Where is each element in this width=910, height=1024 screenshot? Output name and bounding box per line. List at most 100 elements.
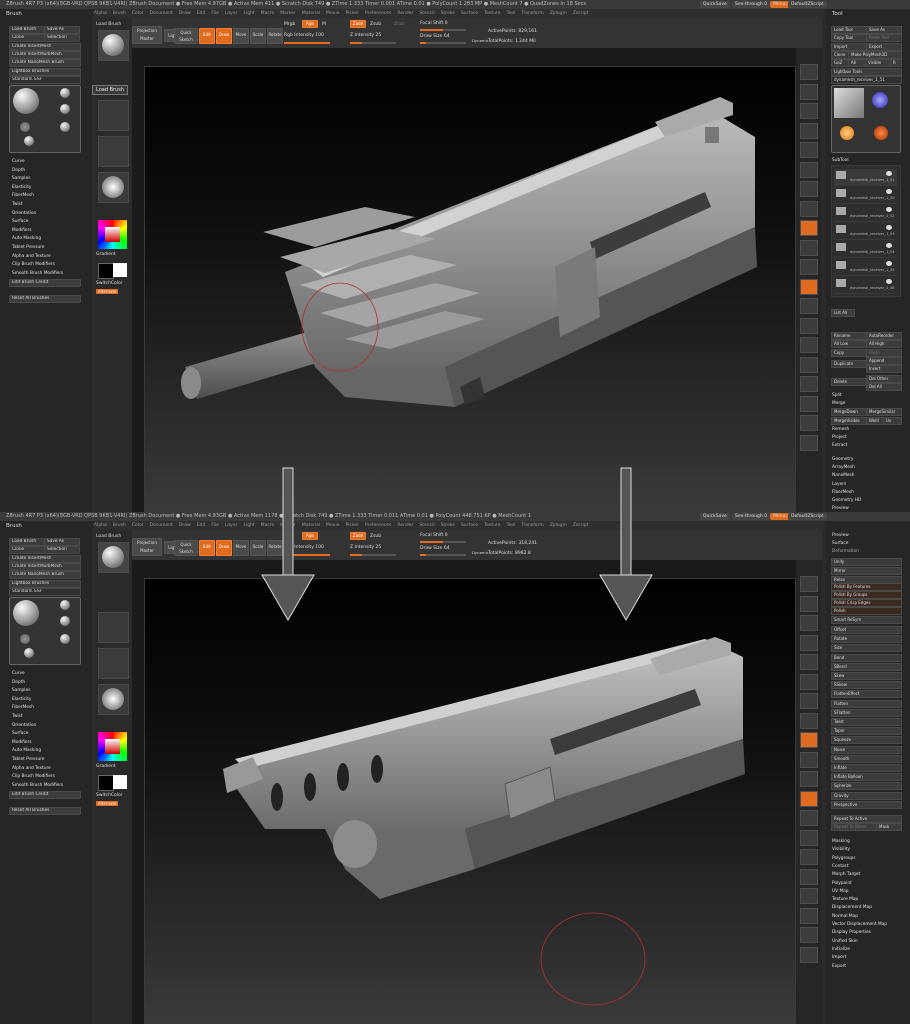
polish-slider[interactable]: Polish	[831, 607, 902, 615]
projection-master-button[interactable]: Projection Master	[132, 538, 162, 556]
dynamic-icon[interactable]	[800, 907, 818, 924]
menu-marker[interactable]: Marker	[280, 523, 296, 528]
polyf-icon[interactable]	[800, 868, 818, 885]
brush-section-twist[interactable]: Twist	[12, 714, 23, 719]
tool-section-arraymesh[interactable]: ArrayMesh	[832, 465, 855, 470]
menu-picker[interactable]: Picker	[345, 11, 358, 16]
menu-stroke[interactable]: Stroke	[441, 11, 455, 16]
list-all-button[interactable]: List All	[831, 309, 855, 317]
xpose-icon[interactable]	[800, 946, 818, 963]
standard-brush-icon[interactable]	[13, 600, 39, 626]
menu-color[interactable]: Color	[132, 11, 144, 16]
subtool-row[interactable]: dynamesh_receiver_1_55	[834, 259, 897, 276]
menu-marker[interactable]: Marker	[280, 11, 296, 16]
document-viewport[interactable]	[132, 560, 822, 1024]
lightbox-brushes-button[interactable]: Lightbox Brushes	[9, 68, 81, 76]
menu-preferences[interactable]: Preferences	[365, 523, 391, 528]
aahalf-icon[interactable]	[800, 161, 818, 178]
tool-section-export[interactable]: Export	[832, 964, 846, 969]
zsub-toggle[interactable]: Zsub	[370, 22, 381, 27]
gun-tool-icon[interactable]	[834, 88, 864, 118]
create-insertmultimesh-button[interactable]: Create InsertMultiMesh	[9, 563, 81, 571]
brush-section-orientation[interactable]: Orientation	[12, 211, 36, 216]
deform-sbend-slider[interactable]: SBend	[831, 662, 902, 671]
deform-inflate-balloon-slider[interactable]: Inflate Balloon	[831, 773, 902, 782]
alternate-button[interactable]: Alternate	[96, 801, 119, 806]
m-toggle[interactable]: M	[322, 22, 326, 27]
tool-section-uv-map[interactable]: UV Map	[832, 889, 849, 894]
duplicate-button[interactable]: Duplicate	[831, 360, 867, 368]
repeat-to-active-button[interactable]: Repeat To Active	[831, 815, 902, 823]
move-brush-icon[interactable]	[60, 88, 70, 98]
transpose-brush-icon[interactable]	[20, 122, 30, 132]
brush-section-orientation[interactable]: Orientation	[12, 723, 36, 728]
lightbox-tools-button[interactable]: Lightbox Tools	[831, 68, 902, 76]
tool-section-normal-map[interactable]: Normal Map	[832, 914, 858, 919]
deform-smooth-slider[interactable]: Smooth	[831, 754, 902, 763]
menu-stencil[interactable]: Stencil	[419, 523, 434, 528]
actual-icon[interactable]	[800, 142, 818, 158]
frame-icon[interactable]	[800, 771, 818, 787]
tool-section-geometry-hd[interactable]: Geometry HD	[832, 498, 861, 503]
move-brush-icon[interactable]	[60, 600, 70, 610]
tool-section-nanomesh[interactable]: NanoMesh	[832, 473, 855, 478]
del-other-button[interactable]: Del Other	[866, 375, 902, 383]
menu-stroke[interactable]: Stroke	[441, 523, 455, 528]
edit-brush-credit-button[interactable]: Edit Brush Credit	[9, 279, 81, 287]
menu-material[interactable]: Material	[302, 11, 320, 16]
r-button[interactable]: R	[890, 59, 902, 67]
menu-color[interactable]: Color	[132, 523, 144, 528]
tool-section-morph-target[interactable]: Morph Target	[832, 872, 860, 877]
smooth-brush-icon[interactable]	[24, 648, 34, 658]
menu-surface[interactable]: Surface	[461, 523, 478, 528]
see-through-slider[interactable]: See-through 0	[732, 513, 770, 520]
subtool-row[interactable]: dynamesh_receiver_1_50	[834, 187, 897, 204]
clone-button[interactable]: Clone	[9, 34, 45, 42]
eye-icon[interactable]	[886, 279, 892, 284]
draw-button[interactable]: Draw	[216, 540, 232, 556]
actual-icon[interactable]	[800, 654, 818, 670]
draw-size-track[interactable]	[420, 554, 466, 556]
reset-all-brushes-button[interactable]: Reset All Brushes	[9, 295, 81, 303]
menu-brush[interactable]: Brush	[113, 523, 126, 528]
selection-button[interactable]: Selection	[44, 546, 80, 554]
brush-thumbnail[interactable]	[98, 542, 129, 573]
menu-brush[interactable]: Brush	[113, 11, 126, 16]
stroke-thumbnail[interactable]	[98, 612, 129, 643]
deform-sflatten-slider[interactable]: SFlatten	[831, 708, 902, 717]
brush-section-tablet-pressure[interactable]: Tablet Pressure	[12, 245, 45, 250]
menu-movie[interactable]: Movie	[326, 11, 339, 16]
spix-3-icon[interactable]	[800, 595, 818, 612]
zadd-toggle[interactable]: Zadd	[350, 532, 366, 540]
copy-tool-button[interactable]: Copy Tool	[831, 34, 867, 42]
move-button[interactable]: Move	[233, 540, 249, 556]
tool-section-polypaint[interactable]: Polypaint	[832, 881, 852, 886]
zoom-icon[interactable]	[800, 122, 818, 139]
switch-color-label[interactable]: SwitchColor	[96, 281, 123, 286]
see-through-slider[interactable]: See-through 0	[732, 1, 770, 8]
menu-preferences[interactable]: Preferences	[365, 11, 391, 16]
paste-tool-button[interactable]: Paste Tool	[866, 34, 902, 42]
brush-section-modifiers[interactable]: Modifiers	[12, 228, 32, 233]
menu-alpha[interactable]: Alpha	[94, 523, 107, 528]
color-picker[interactable]	[98, 732, 127, 761]
menu-macro[interactable]: Macro	[261, 11, 275, 16]
mirror-button[interactable]: Mirror	[831, 567, 902, 575]
xpose-icon[interactable]	[800, 434, 818, 451]
create-nanomesh-button[interactable]: Create NanoMesh Brush	[9, 59, 81, 67]
rotate-button[interactable]: Rotate	[267, 540, 283, 556]
focal-shift-track[interactable]	[420, 29, 466, 31]
menu-file[interactable]: File	[211, 11, 219, 16]
polish-by-features-slider[interactable]: Polish By Features	[831, 583, 902, 591]
menu-render[interactable]: Render	[397, 523, 413, 528]
brush-section-samples[interactable]: Samples	[12, 688, 30, 693]
eye-icon[interactable]	[886, 207, 892, 212]
clone-button[interactable]: Clone	[9, 546, 45, 554]
document-viewport[interactable]	[132, 48, 822, 512]
stroke-thumbnail[interactable]	[98, 100, 129, 131]
goz-button[interactable]: GoZ	[831, 59, 849, 67]
draw-size-slider[interactable]: Draw Size 64	[420, 546, 450, 551]
quicksave-button[interactable]: QuickSave	[700, 1, 730, 8]
focal-shift-track[interactable]	[420, 541, 466, 543]
default-zscript-button[interactable]: DefaultZScript	[788, 513, 827, 520]
